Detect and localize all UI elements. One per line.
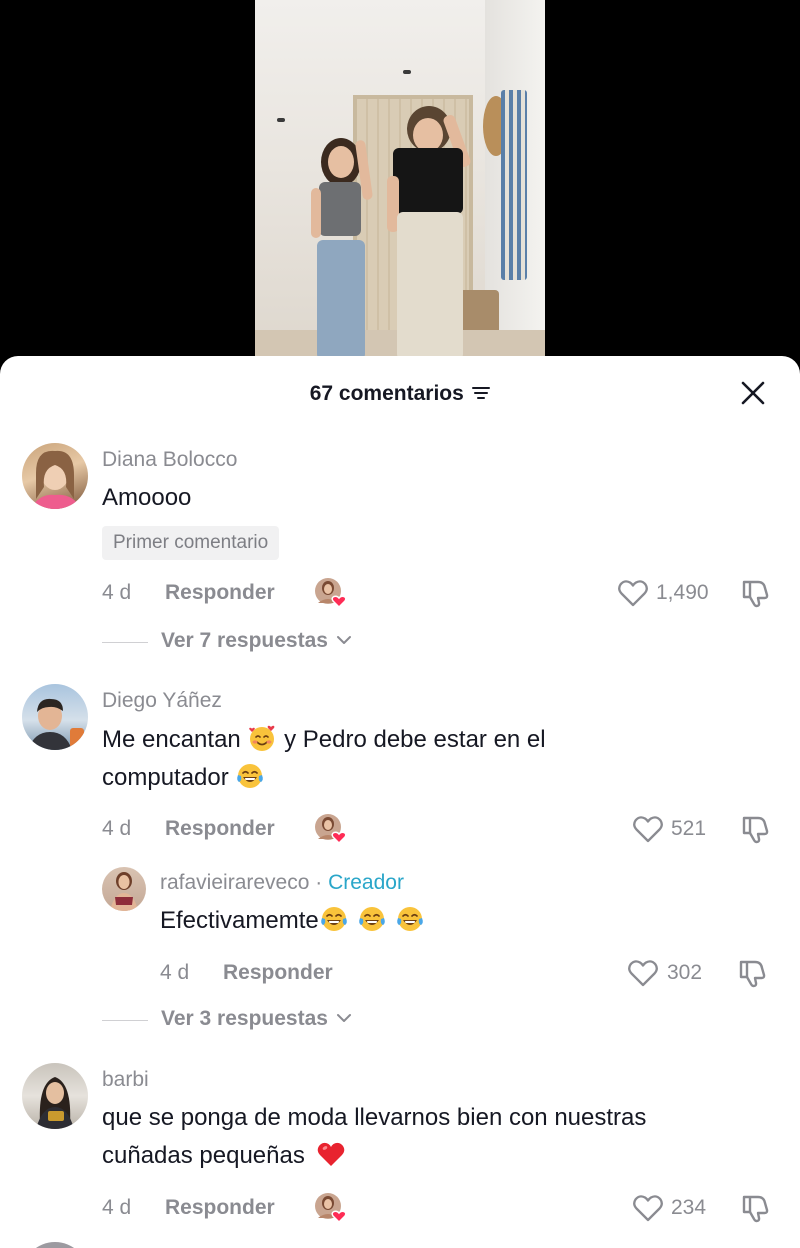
tears-of-joy-emoji-icon <box>358 907 385 931</box>
ceiling-light <box>403 70 411 74</box>
replies-divider <box>102 1020 148 1021</box>
comment-text-part: y Pedro debe estar en el <box>284 726 546 753</box>
dislike-icon[interactable] <box>740 813 772 845</box>
tears-of-joy-emoji-icon <box>396 907 423 931</box>
first-comment-badge: Primer comentario <box>102 526 280 560</box>
reply-button[interactable]: Responder <box>165 817 275 841</box>
creator-label: Creador <box>328 871 404 894</box>
avatar[interactable] <box>22 684 88 750</box>
replies-divider <box>102 642 148 643</box>
like-count: 234 <box>671 1196 707 1219</box>
dislike-icon[interactable] <box>740 1192 772 1224</box>
reply-username-row: rafavieirareveco · Creador <box>160 871 404 895</box>
comment-text: que se ponga de moda llevarnos bien con … <box>102 1099 782 1175</box>
comments-sheet: 67 comentarios Diana Bolocco Amoooo Prim… <box>0 356 800 1248</box>
smiling-face-with-hearts-emoji-icon <box>249 725 275 751</box>
towel <box>501 90 527 280</box>
ceiling-light <box>277 118 285 122</box>
comments-count-title: 67 comentarios <box>309 382 464 405</box>
comment-text: Amoooo <box>102 484 192 511</box>
comment-text-part: computador <box>102 764 229 791</box>
tears-of-joy-emoji-icon <box>237 764 264 788</box>
creator-liked-icon <box>315 814 346 845</box>
reply-button[interactable]: Responder <box>165 1196 275 1220</box>
avatar[interactable] <box>22 1242 88 1248</box>
heart-outline-icon[interactable] <box>632 1193 664 1223</box>
comment-text-part: Me encantan <box>102 726 241 753</box>
dislike-icon[interactable] <box>740 577 772 609</box>
reply-username[interactable]: rafavieirareveco <box>160 871 309 894</box>
reply-time: 4 d <box>160 961 190 984</box>
person-right <box>383 106 479 360</box>
comments-header: 67 comentarios <box>0 376 800 412</box>
reply-text: Efectivamemte <box>160 902 425 940</box>
like-count: 302 <box>667 961 703 984</box>
red-heart-emoji-icon <box>317 1142 344 1166</box>
tears-of-joy-emoji-icon <box>320 907 347 931</box>
comment-username[interactable]: barbi <box>102 1068 149 1092</box>
comment-text: Me encantan y Pedro debe estar en el com… <box>102 721 702 797</box>
reply-button[interactable]: Responder <box>165 581 275 605</box>
avatar[interactable] <box>22 1063 88 1129</box>
view-replies-label: Ver 7 respuestas <box>161 629 328 652</box>
separator-dot: · <box>315 871 323 894</box>
comment-time: 4 d <box>102 581 132 604</box>
creator-liked-icon <box>315 1193 346 1224</box>
heart-outline-icon[interactable] <box>617 578 649 608</box>
sort-lines-icon[interactable] <box>472 385 491 401</box>
comment-text-part: que se ponga de moda llevarnos bien con … <box>102 1104 647 1131</box>
comment-username[interactable]: Diego Yáñez <box>102 689 222 713</box>
like-count: 1,490 <box>656 581 709 604</box>
chevron-down-icon <box>336 636 351 644</box>
reply-button[interactable]: Responder <box>223 961 333 985</box>
dislike-icon[interactable] <box>737 957 769 989</box>
view-replies-button[interactable]: Ver 7 respuestas <box>161 629 352 653</box>
video-frame <box>255 0 545 370</box>
close-icon[interactable] <box>740 380 766 406</box>
comment-time: 4 d <box>102 1196 132 1219</box>
heart-outline-icon[interactable] <box>627 958 659 988</box>
comment-username[interactable]: Diana Bolocco <box>102 448 237 472</box>
chevron-down-icon <box>336 1014 351 1022</box>
reply-text-part: Efectivamemte <box>160 907 319 934</box>
creator-avatar[interactable] <box>102 867 146 911</box>
video-player[interactable] <box>0 0 800 370</box>
like-count: 521 <box>671 817 707 840</box>
comment-text-part: cuñadas pequeñas <box>102 1142 305 1169</box>
person-left <box>307 130 377 360</box>
view-replies-label: Ver 3 respuestas <box>161 1007 328 1030</box>
comment-time: 4 d <box>102 817 132 840</box>
avatar[interactable] <box>22 443 88 509</box>
heart-outline-icon[interactable] <box>632 814 664 844</box>
view-replies-button[interactable]: Ver 3 respuestas <box>161 1007 352 1031</box>
creator-liked-icon <box>315 578 346 609</box>
